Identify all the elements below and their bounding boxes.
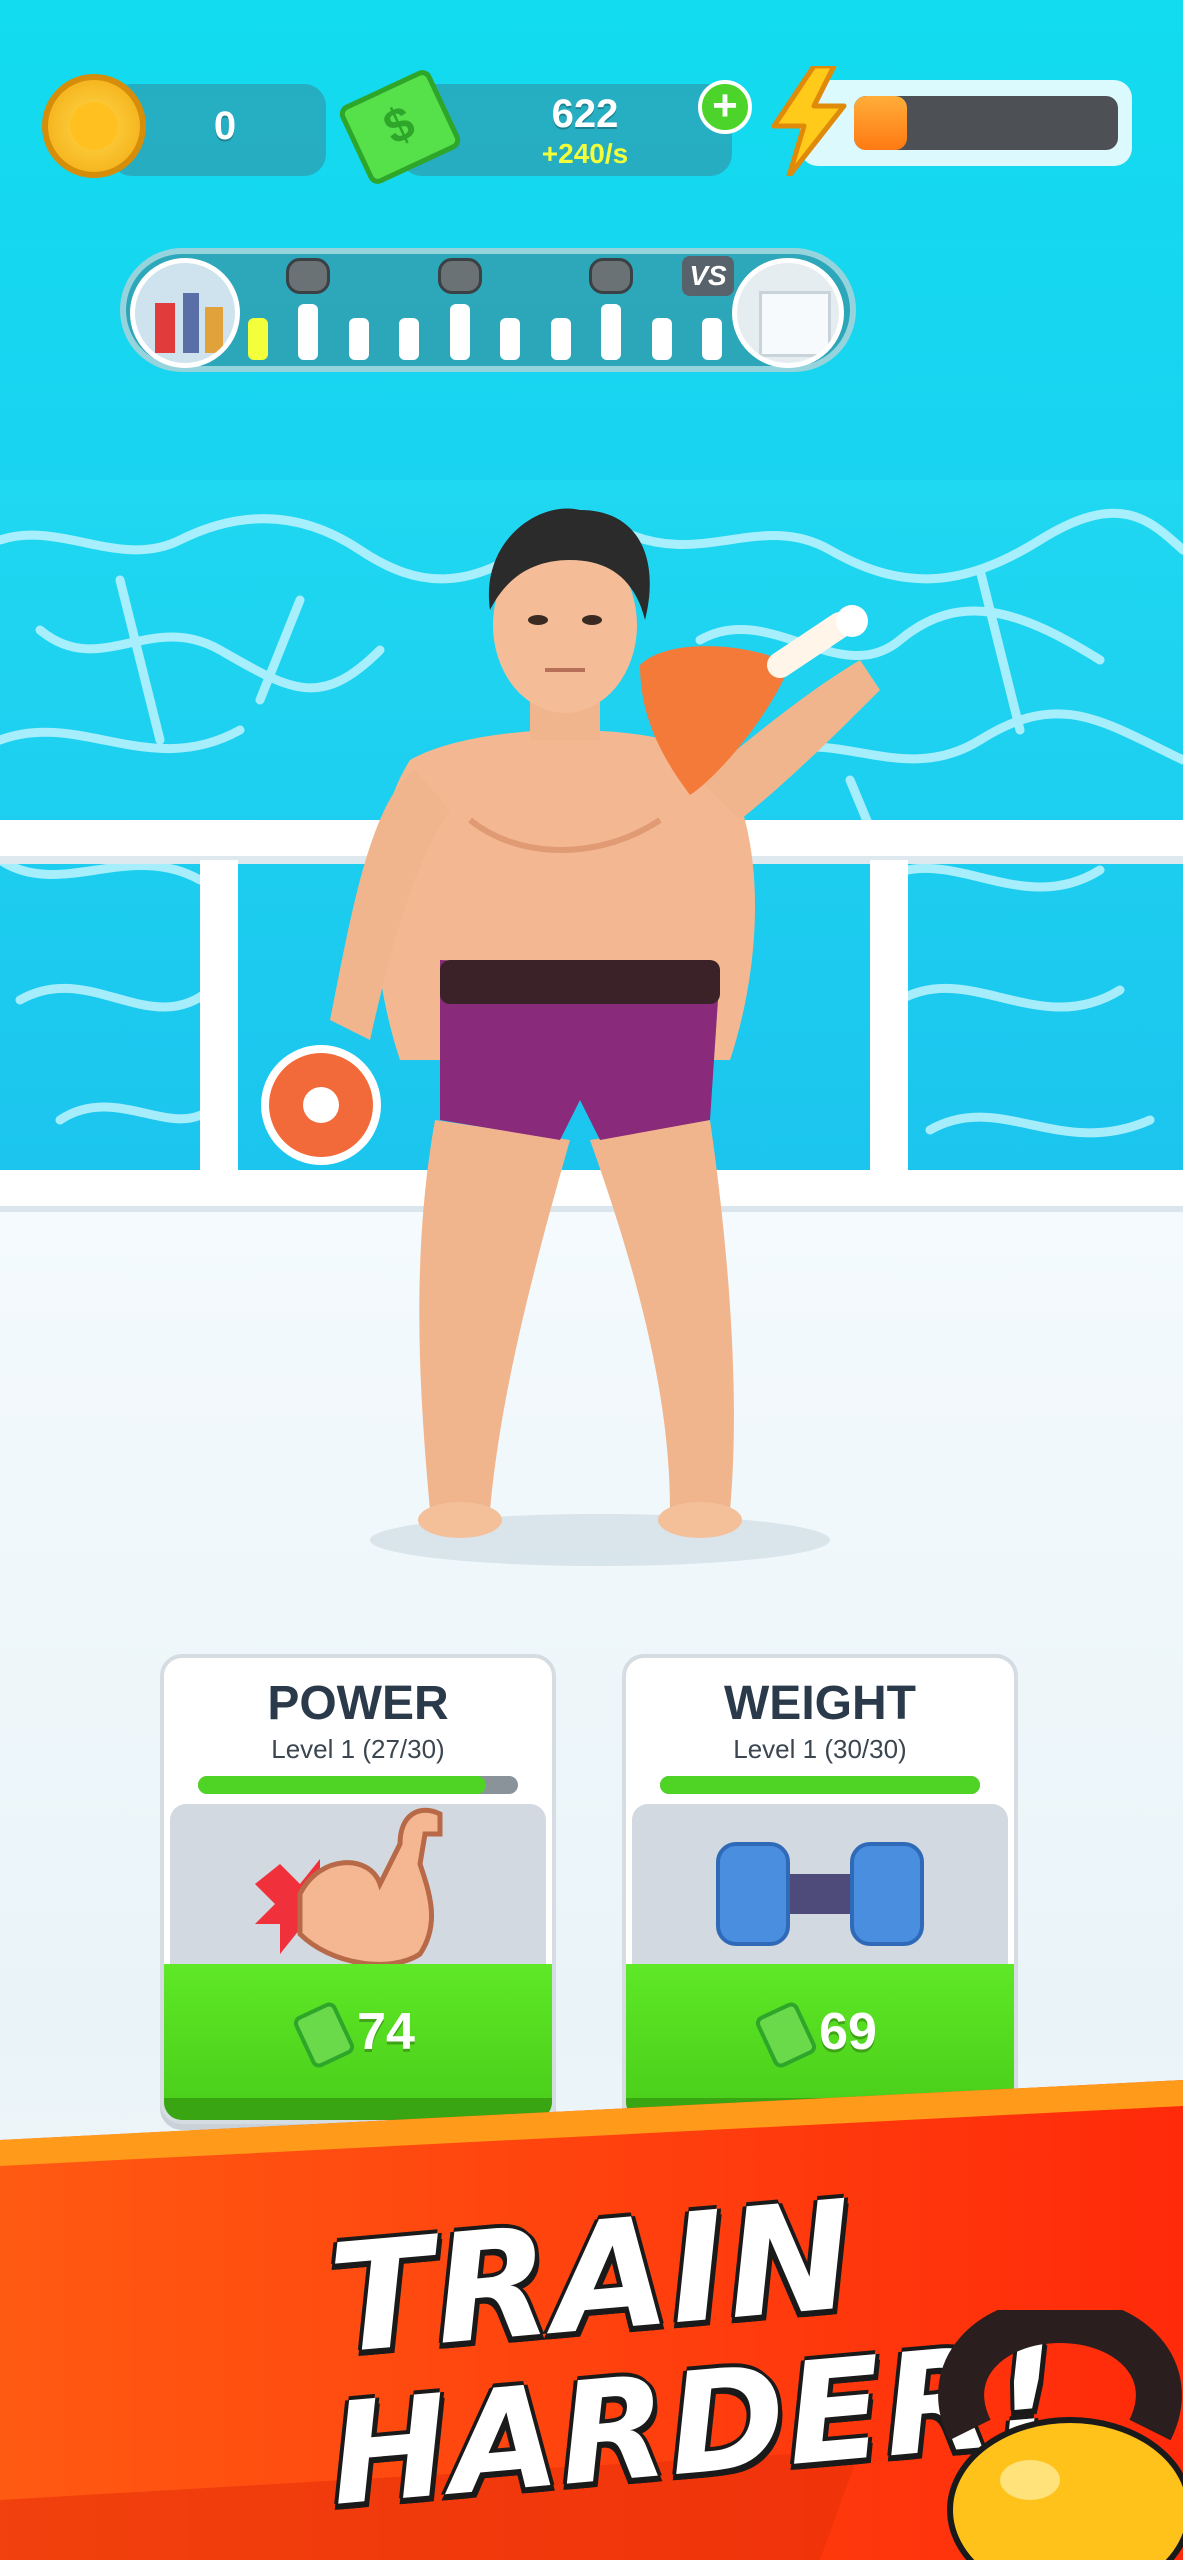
power-upgrade-card[interactable]: POWER Level 1 (27/30) 74 (160, 1654, 556, 2124)
boss-opponent-icon (732, 258, 844, 368)
card-image-area (170, 1804, 546, 1984)
progress-step (348, 318, 369, 360)
energy-track (854, 96, 1118, 150)
progress-step (500, 318, 521, 360)
card-progress-fill (660, 1776, 980, 1794)
cash-amount: 622 (551, 92, 619, 136)
price-value: 69 (819, 2003, 877, 2061)
progress-step (298, 304, 319, 360)
donut-food-icon (261, 1045, 381, 1165)
price-value: 74 (357, 2003, 415, 2061)
progress-step (248, 318, 268, 360)
progress-step (449, 304, 470, 360)
crown-coin-icon (42, 74, 146, 178)
cash-bill-icon (753, 2000, 819, 2071)
lightning-icon (771, 66, 847, 176)
power-price: 74 (164, 2000, 552, 2071)
add-cash-button[interactable]: + (698, 80, 752, 134)
drumstick-food-icon (640, 605, 868, 795)
card-level: Level 1 (27/30) (271, 1734, 445, 1764)
card-title: WEIGHT (724, 1677, 916, 1730)
progress-step (651, 318, 672, 360)
energy-fill (854, 96, 907, 150)
progress-step (550, 318, 571, 360)
weight-price: 69 (626, 2000, 1014, 2071)
vs-badge: VS (682, 256, 734, 296)
fist-milestone-icon (286, 258, 331, 294)
card-title: POWER (267, 1677, 449, 1730)
weight-upgrade-card[interactable]: WEIGHT Level 1 (30/30) 69 (622, 1654, 1018, 2124)
card-image-area (632, 1804, 1008, 1984)
fist-milestone-icon (589, 258, 634, 294)
cash-bill-icon (291, 2000, 357, 2071)
card-progress-fill (198, 1776, 486, 1794)
progress-step (601, 304, 622, 360)
coin-count: 0 (213, 104, 237, 148)
progress-step (399, 318, 420, 360)
gym-start-icon (130, 258, 240, 368)
cash-rate: +240/s (541, 138, 629, 169)
flexed-bicep-icon (255, 1807, 443, 1967)
progress-step (702, 318, 722, 360)
fist-milestone-icon (437, 258, 482, 294)
kettlebell-icon (938, 2310, 1183, 2560)
dumbbell-icon (716, 1842, 924, 1946)
card-progress-bar (198, 1776, 518, 1794)
card-progress-bar (660, 1776, 980, 1794)
card-level: Level 1 (30/30) (733, 1734, 907, 1764)
